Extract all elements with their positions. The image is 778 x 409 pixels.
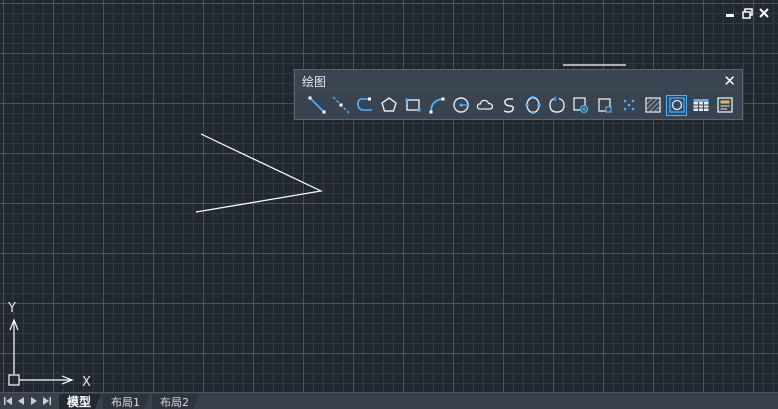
ellipse-icon bbox=[525, 96, 540, 114]
circle-tool[interactable] bbox=[451, 96, 470, 115]
spline-icon bbox=[503, 98, 514, 113]
rectangle-icon bbox=[405, 98, 420, 112]
ucs-icon: Y X bbox=[7, 301, 91, 390]
point-icon bbox=[623, 99, 634, 111]
first-tab-icon[interactable] bbox=[2, 393, 14, 409]
tab-model[interactable]: 模型 bbox=[59, 394, 101, 409]
hatch-tool[interactable] bbox=[643, 96, 662, 115]
ellipse-arc-icon bbox=[548, 96, 565, 113]
ellipse-arc-tool[interactable] bbox=[547, 96, 566, 115]
polygon-tool[interactable] bbox=[379, 96, 398, 115]
circle-icon bbox=[452, 97, 469, 113]
drawing-canvas[interactable] bbox=[0, 0, 778, 392]
close-icon[interactable] bbox=[758, 7, 770, 19]
line-icon bbox=[308, 96, 325, 114]
drawing-layer bbox=[195, 64, 626, 213]
polyline-tool[interactable] bbox=[355, 96, 374, 115]
cloud-icon bbox=[476, 99, 493, 110]
table-tool[interactable] bbox=[691, 96, 710, 115]
cad-application: 绘图 ✕ Y X 模型 布局1 布局2 bbox=[0, 0, 778, 409]
region-tool[interactable] bbox=[666, 94, 687, 116]
point-tool[interactable] bbox=[619, 96, 638, 115]
make-block-icon bbox=[597, 98, 612, 113]
restore-icon[interactable] bbox=[741, 7, 753, 19]
ucs-y-label: Y bbox=[7, 301, 16, 316]
tab-navigation bbox=[0, 393, 53, 409]
drawn-polyline[interactable] bbox=[195, 133, 323, 213]
polygon-icon bbox=[380, 97, 397, 112]
ucs-x-label: X bbox=[82, 375, 91, 390]
line-tool[interactable] bbox=[307, 96, 326, 115]
revision-cloud-tool[interactable] bbox=[475, 96, 494, 115]
toolbar-tools bbox=[295, 92, 742, 118]
spline-tool[interactable] bbox=[499, 96, 518, 115]
tab-layout1[interactable]: 布局1 bbox=[103, 394, 150, 409]
tab-layout2[interactable]: 布局2 bbox=[152, 394, 199, 409]
toolbar-header[interactable]: 绘图 ✕ bbox=[295, 70, 742, 92]
construction-line-icon bbox=[332, 96, 349, 114]
rectangle-tool[interactable] bbox=[403, 96, 422, 115]
previous-tab-icon[interactable] bbox=[15, 393, 27, 409]
construction-line-tool[interactable] bbox=[331, 96, 350, 115]
ellipse-tool[interactable] bbox=[523, 96, 542, 115]
last-tab-icon[interactable] bbox=[41, 393, 53, 409]
region-icon bbox=[668, 97, 685, 113]
toolbar-close-button[interactable]: ✕ bbox=[723, 73, 736, 89]
table-icon bbox=[693, 99, 708, 111]
multiline-text-tool[interactable] bbox=[715, 96, 734, 115]
polyline-icon bbox=[356, 97, 372, 111]
next-tab-icon[interactable] bbox=[28, 393, 40, 409]
toolbar-title: 绘图 bbox=[302, 74, 327, 89]
hatch-icon bbox=[644, 97, 661, 113]
arc-tool[interactable] bbox=[427, 96, 446, 115]
arc-icon bbox=[429, 97, 444, 114]
insert-block-tool[interactable] bbox=[571, 96, 590, 115]
window-controls bbox=[724, 7, 770, 19]
make-block-tool[interactable] bbox=[595, 96, 614, 115]
insert-block-icon bbox=[572, 97, 588, 114]
layout-tab-bar: 模型 布局1 布局2 bbox=[0, 392, 778, 409]
mtext-icon bbox=[716, 97, 733, 113]
minimize-icon[interactable] bbox=[724, 7, 736, 19]
draw-toolbar[interactable]: 绘图 ✕ bbox=[294, 69, 743, 120]
